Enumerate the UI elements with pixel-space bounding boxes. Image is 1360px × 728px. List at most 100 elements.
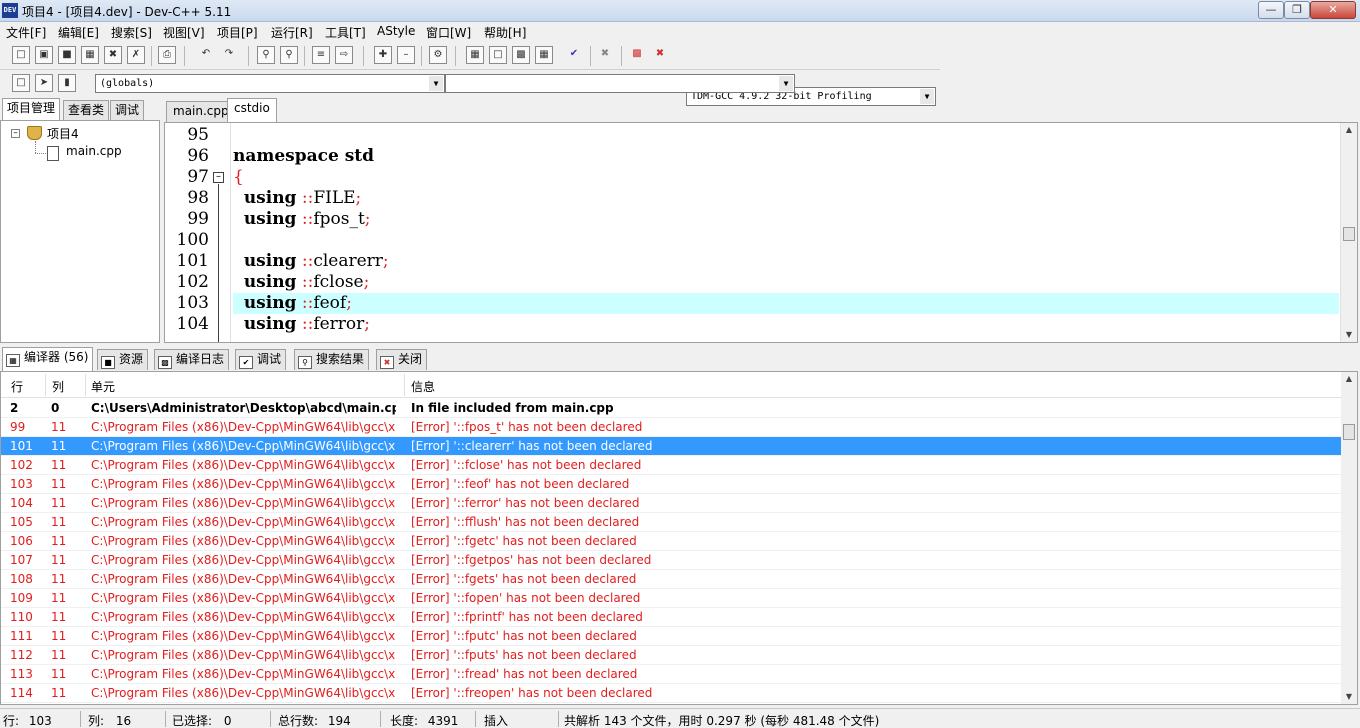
message-row[interactable]: 106 11 C:\Program Files (x86)\Dev-Cpp\MinG…: [1, 532, 1341, 551]
message-line: 99: [10, 420, 26, 434]
status-bar: 行: 103 列: 16 已选择: 0 总行数: 194 长度: 4391 插入…: [0, 708, 1360, 728]
menu-view[interactable]: 视图[V]: [163, 24, 205, 41]
stop-execution-icon[interactable]: ✖: [596, 46, 614, 64]
message-row[interactable]: 99 11 C:\Program Files (x86)\Dev-Cpp\MinGW…: [1, 418, 1341, 437]
tab-close[interactable]: ✖ 关闭: [376, 349, 428, 370]
collapse-icon[interactable]: –: [11, 129, 20, 138]
member-select[interactable]: ▼: [445, 74, 795, 93]
indent-icon[interactable]: ≡: [312, 46, 330, 64]
message-row[interactable]: 113 11 C:\Program Files (x86)\Dev-Cpp\MinG…: [1, 665, 1341, 684]
column-header-message[interactable]: 信息: [411, 378, 435, 398]
goto-bookmark-icon[interactable]: ▮: [58, 74, 76, 92]
maximize-button[interactable]: ❐: [1284, 1, 1310, 19]
menu-tools[interactable]: 工具[T]: [325, 24, 366, 41]
class-toolbar: □ ➤ ▮ (globals) ▼ ▼: [0, 70, 800, 96]
editor-scrollbar[interactable]: ▲ ▼: [1340, 123, 1357, 342]
message-row[interactable]: 111 11 C:\Program Files (x86)\Dev-Cpp\MinG…: [1, 627, 1341, 646]
tree-item-main-cpp[interactable]: main.cpp: [66, 144, 122, 158]
tab-debug-output[interactable]: ✔ 调试: [235, 349, 287, 370]
status-insert-mode: 插入: [484, 714, 509, 728]
rebuild-all-icon[interactable]: ▦: [535, 46, 553, 64]
message-line: 105: [10, 515, 33, 529]
message-col: 11: [51, 591, 67, 605]
scroll-up-icon[interactable]: ▲: [1341, 372, 1357, 386]
print-icon[interactable]: ⎙: [158, 46, 176, 64]
menu-help[interactable]: 帮助[H]: [484, 24, 526, 41]
scroll-down-icon[interactable]: ▼: [1341, 690, 1357, 704]
scroll-thumb[interactable]: [1343, 424, 1355, 440]
open-file-icon[interactable]: ▣: [35, 46, 53, 64]
scroll-up-icon[interactable]: ▲: [1341, 123, 1357, 137]
compiler-messages: 行 列 单元 信息 2 0 C:\Users\Administrator\Deskt…: [0, 371, 1358, 705]
project-options-icon[interactable]: ⚙: [429, 46, 447, 64]
replace-icon[interactable]: ⚲: [280, 46, 298, 64]
syntax-check-icon[interactable]: ✔: [565, 46, 583, 64]
left-panel-tabs: 项目管理 查看类 调试: [0, 98, 162, 120]
message-row[interactable]: 104 11 C:\Program Files (x86)\Dev-Cpp\MinG…: [1, 494, 1341, 513]
message-row[interactable]: 114 11 C:\Program Files (x86)\Dev-Cpp\MinG…: [1, 684, 1341, 703]
run-icon[interactable]: □: [489, 46, 507, 64]
scroll-thumb[interactable]: [1343, 227, 1355, 241]
message-line: 103: [10, 477, 33, 491]
new-file-icon[interactable]: □: [12, 46, 30, 64]
message-row[interactable]: 108 11 C:\Program Files (x86)\Dev-Cpp\MinG…: [1, 570, 1341, 589]
bottom-panel-tabs: ▦ 编译器 (56) ■ 资源 ▩ 编译日志 ✔ 调试 ⚲ 搜索结果 ✖ 关闭: [0, 347, 1360, 371]
minimize-button[interactable]: —: [1258, 1, 1284, 19]
column-header-unit[interactable]: 单元: [91, 378, 115, 398]
message-row[interactable]: 110 11 C:\Program Files (x86)\Dev-Cpp\MinG…: [1, 608, 1341, 627]
column-header-col[interactable]: 列: [52, 378, 64, 398]
message-row[interactable]: 109 11 C:\Program Files (x86)\Dev-Cpp\MinG…: [1, 589, 1341, 608]
tab-label: 搜索结果: [316, 352, 365, 366]
tab-cstdio[interactable]: cstdio: [227, 98, 277, 122]
menu-edit[interactable]: 编辑[E]: [58, 24, 99, 41]
remove-from-project-icon[interactable]: –: [397, 46, 415, 64]
save-all-icon[interactable]: ▦: [81, 46, 99, 64]
menu-search[interactable]: 搜索[S]: [111, 24, 152, 41]
close-all-icon[interactable]: ✗: [127, 46, 145, 64]
tab-debug[interactable]: 调试: [110, 100, 145, 120]
message-line: 111: [10, 629, 33, 643]
scope-select[interactable]: (globals) ▼: [95, 74, 445, 93]
profile-chart-icon[interactable]: ▩: [628, 46, 646, 64]
add-to-project-icon[interactable]: ✚: [374, 46, 392, 64]
goto-line-icon[interactable]: ⇨: [335, 46, 353, 64]
message-row[interactable]: 102 11 C:\Program Files (x86)\Dev-Cpp\MinG…: [1, 456, 1341, 475]
tab-resources[interactable]: ■ 资源: [97, 349, 149, 370]
code-editor[interactable]: 95 96 97 98 99 100 101 102 103 104 – nam…: [164, 122, 1358, 343]
message-row[interactable]: 103 11 C:\Program Files (x86)\Dev-Cpp\MinG…: [1, 475, 1341, 494]
tree-item-project[interactable]: 项目4: [47, 125, 79, 142]
tab-compiler[interactable]: ▦ 编译器 (56): [2, 347, 94, 371]
compile-icon[interactable]: ▦: [466, 46, 484, 64]
find-icon[interactable]: ⚲: [257, 46, 275, 64]
tab-project-manager[interactable]: 项目管理: [2, 98, 61, 120]
menu-astyle[interactable]: AStyle: [377, 24, 415, 38]
menu-window[interactable]: 窗口[W]: [426, 24, 471, 41]
message-row[interactable]: 101 11 C:\Program Files (x86)\Dev-Cpp\MinG…: [1, 437, 1341, 456]
message-row[interactable]: 2 0 C:\Users\Administrator\Desktop\abcd\ma…: [1, 399, 1341, 418]
messages-scrollbar[interactable]: ▲ ▼: [1341, 372, 1357, 704]
tab-class-browser[interactable]: 查看类: [63, 100, 110, 120]
undo-icon[interactable]: ↶: [197, 46, 215, 64]
menu-run[interactable]: 运行[R]: [271, 24, 313, 41]
close-button[interactable]: ✕: [1310, 1, 1356, 19]
menu-project[interactable]: 项目[P]: [217, 24, 258, 41]
message-row[interactable]: 105 11 C:\Program Files (x86)\Dev-Cpp\MinG…: [1, 513, 1341, 532]
line-number: 97: [187, 167, 209, 187]
redo-icon[interactable]: ↷: [220, 46, 238, 64]
menu-file[interactable]: 文件[F]: [6, 24, 46, 41]
message-row[interactable]: 112 11 C:\Program Files (x86)\Dev-Cpp\MinG…: [1, 646, 1341, 665]
fold-collapse-icon[interactable]: –: [213, 172, 224, 183]
tab-main-cpp[interactable]: main.cpp: [166, 101, 236, 122]
toggle-bookmark-icon[interactable]: ➤: [35, 74, 53, 92]
close-file-icon[interactable]: ✖: [104, 46, 122, 64]
insert-icon[interactable]: □: [12, 74, 30, 92]
scroll-down-icon[interactable]: ▼: [1341, 328, 1357, 342]
column-header-line[interactable]: 行: [11, 378, 23, 398]
save-icon[interactable]: ■: [58, 46, 76, 64]
message-row[interactable]: 107 11 C:\Program Files (x86)\Dev-Cpp\MinG…: [1, 551, 1341, 570]
delete-profile-icon[interactable]: ✖: [651, 46, 669, 64]
message-line: 114: [10, 686, 33, 700]
compile-run-icon[interactable]: ▩: [512, 46, 530, 64]
tab-search-results[interactable]: ⚲ 搜索结果: [294, 349, 370, 370]
tab-compile-log[interactable]: ▩ 编译日志: [154, 349, 230, 370]
